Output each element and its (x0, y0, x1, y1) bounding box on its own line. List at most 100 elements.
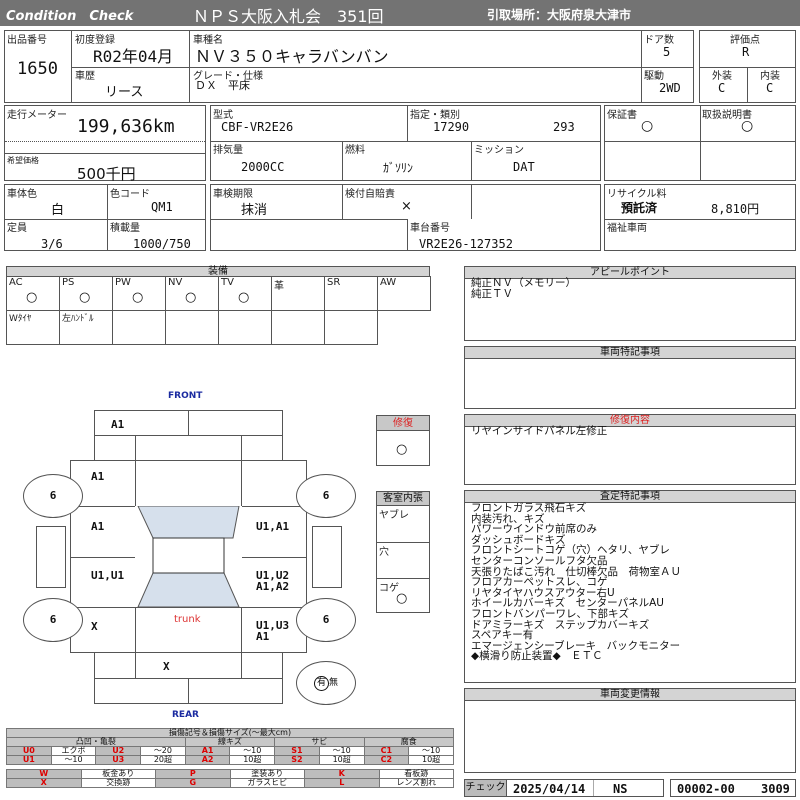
designation-label: 指定・類別 (410, 110, 460, 121)
first-reg: R02年04月 (93, 47, 174, 66)
panel-roof-area[interactable] (135, 506, 242, 608)
equipment-pw: PW ○ (112, 276, 166, 311)
doors: 5 (663, 45, 671, 59)
panel-headlight-right[interactable] (241, 435, 283, 461)
repair-mark: ○ (396, 442, 408, 457)
damage-code: U1,U3 A1 (256, 619, 290, 643)
check-box: チェック 2025/04/14 NS (464, 779, 664, 797)
panel-hood[interactable] (135, 460, 242, 507)
legend-desc: レンズ割れ (378, 778, 454, 788)
color-code: QM1 (151, 200, 173, 214)
panel-left-rear-door[interactable]: U1,U1 (70, 557, 136, 608)
panel-rear-bumper-right[interactable] (188, 678, 283, 704)
equipment-mark: ○ (79, 290, 91, 305)
legend-code: U1 (6, 755, 52, 765)
type-label: 型式 (213, 110, 233, 121)
basic-info: 出品番号 1650 初度登録 R02年04月 車種名 ＮＶ３５０キャラバンバン … (4, 30, 694, 103)
equipment-label: TV (221, 277, 234, 288)
changes-box: 車両変更情報 (464, 688, 796, 773)
legend-desc: 10超 (229, 755, 276, 765)
panel-rear-gate[interactable]: X (135, 652, 242, 679)
panel-hood-front[interactable] (135, 435, 242, 461)
auction-title: ＮＰＳ大阪入札会 351回 (193, 7, 384, 26)
panel-left-front-door[interactable]: A1 (70, 506, 136, 558)
panel-right-front-door[interactable]: U1,A1 (241, 506, 307, 558)
legend-code: L (304, 778, 380, 788)
repair-label: 修復 (377, 416, 429, 431)
tire-rear-right[interactable]: 6 (296, 598, 356, 642)
equipment-tv: TV ○ (218, 276, 272, 311)
score-box: 評価点 R 外装 C 内装 C (699, 30, 796, 103)
body-box: 車体色 白 色コード QM1 定員 3/6 積載量 1000/750 (4, 184, 206, 251)
spare-no: 無 (328, 678, 338, 688)
panel-taillight-right[interactable] (241, 652, 283, 679)
damage-code: A1 (91, 520, 105, 533)
check-date: 2025/04/14 (513, 782, 586, 796)
legend-code: S2 (274, 755, 320, 765)
panel-front-bumper-right[interactable] (188, 410, 283, 436)
appeal-box: アピールポイント 純正ＮＶ（メモリー） 純正ＴＶ (464, 266, 796, 341)
cabin-tear-label: ヤブレ (379, 510, 409, 521)
sheet-number: 3009 (761, 782, 790, 796)
score: R (742, 45, 750, 59)
transmission: DAT (513, 160, 535, 174)
exterior-label: 外装 (712, 71, 732, 82)
fuel: ｶﾞｿﾘﾝ (383, 161, 414, 175)
panel-trunk[interactable]: trunk (135, 607, 242, 653)
score-label: 評価点 (730, 35, 760, 46)
spare-yes: 有 (313, 676, 329, 691)
tire-front-left[interactable]: 6 (23, 474, 83, 518)
equipment-extra (112, 310, 166, 345)
interior-label: 内装 (760, 71, 780, 82)
damage-legend: 損傷記号＆損傷サイズ(〜最大cm) 凸凹・亀裂 線キズ サビ 腐食 U0 エクボ U2 〜2… (6, 728, 454, 788)
notes-title: 車両特記事項 (465, 347, 795, 359)
cabin-hole-label: 穴 (379, 547, 389, 558)
damage-code: X (91, 620, 98, 633)
tire-front-right[interactable]: 6 (296, 474, 356, 518)
lot-number: 1650 (17, 59, 58, 79)
capacity: 3/6 (41, 237, 63, 251)
panel-rear-bumper-left[interactable] (94, 678, 189, 704)
history: リース (105, 85, 144, 100)
repair-detail-box: 修復内容 リヤインサイドパネル左修正 (464, 414, 796, 485)
recycle-status: 預託済 (621, 201, 658, 215)
model-type: CBF-VR2E26 (221, 120, 294, 134)
panel-right-rear-door[interactable]: U1,U2 A1,A2 (241, 557, 307, 608)
load-capacity: 1000/750 (133, 237, 191, 251)
drive-label: 駆動 (644, 71, 664, 82)
equipment-mark: ○ (238, 290, 250, 305)
panel-front-bumper-left[interactable]: A1 (94, 410, 189, 436)
legend-desc: 〜10 (50, 755, 97, 765)
spare-tire[interactable]: 有無 (296, 661, 356, 705)
inspector: NS (613, 782, 628, 796)
inspection-box: 車検期限 抹消 検付自賠責 × 車台番号 VR2E26-127352 (210, 184, 601, 251)
rear-label: REAR (172, 710, 199, 720)
recycle-box: リサイクル料 預託済 8,810円 福祉車両 (604, 184, 796, 251)
mileage-label: 走行メーター (7, 110, 67, 121)
equipment-nv: NV ○ (165, 276, 219, 311)
damage-code: A1 (111, 418, 125, 431)
price-label: 希望価格 (7, 156, 39, 165)
color-code-label: 色コード (110, 189, 150, 200)
documents-box: 保証書 ○ 取扱説明書 ○ (604, 105, 796, 181)
right-step[interactable] (312, 526, 342, 588)
equipment-革: 革 (271, 276, 325, 311)
changes-title: 車両変更情報 (465, 689, 795, 701)
grade: ＤＸ 平床 (195, 79, 250, 92)
recycle-fee: 8,810円 (711, 202, 760, 216)
equipment-aw: AW (377, 276, 431, 311)
assessment-text: フロントガラス飛石キズ 内装汚れ、キズ パワーウインドウ前席のみ ダッシュボード… (471, 502, 681, 663)
equipment-ac: AC ○ (6, 276, 60, 311)
legend-desc: 10超 (318, 755, 365, 765)
left-step[interactable] (36, 526, 66, 588)
tire-rear-left[interactable]: 6 (23, 598, 83, 642)
equipment-extra (271, 310, 325, 345)
panel-headlight-left[interactable] (94, 435, 136, 461)
inspection-expiry: 抹消 (241, 203, 268, 218)
panel-taillight-left[interactable] (94, 652, 136, 679)
legend-code: X (6, 778, 82, 788)
warranty-mark: ○ (641, 118, 654, 134)
equipment-mark: ○ (132, 290, 144, 305)
equipment-table: 装備 AC ○ PS ○ PW ○ NV ○ TV ○ 革 SR AW Wﾀｲﾔ 左ﾊﾝﾄﾞﾙ (6, 266, 431, 346)
equipment-extra (324, 310, 378, 345)
